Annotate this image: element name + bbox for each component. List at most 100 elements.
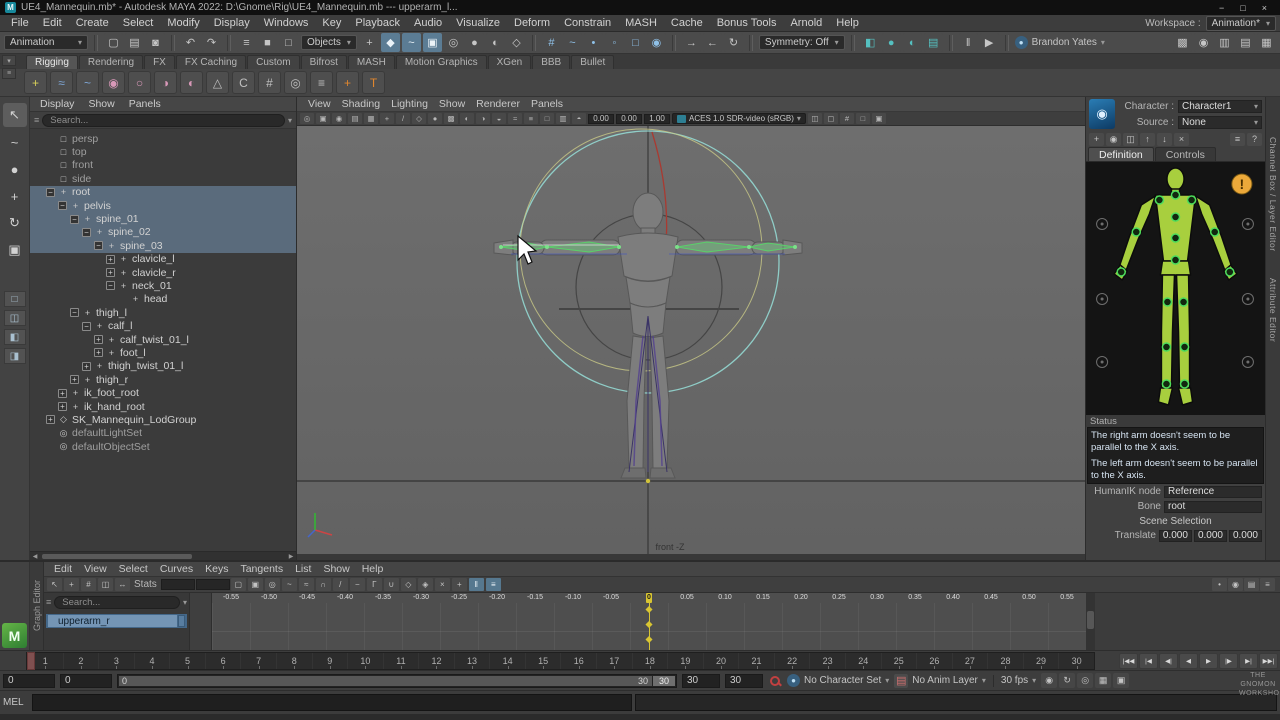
move-nearest-picked-key-icon[interactable]: ↖ xyxy=(47,578,62,591)
input-connections-icon[interactable]: → xyxy=(682,33,701,52)
translate-field[interactable]: 0.000 xyxy=(1194,530,1227,542)
expand-toggle[interactable]: + xyxy=(94,348,103,357)
character-definition-view[interactable]: ! xyxy=(1086,162,1265,415)
menu-item[interactable]: File xyxy=(4,16,36,30)
group-divider[interactable] xyxy=(227,35,231,51)
resolution-gate-icon[interactable]: ◫ xyxy=(808,113,822,124)
expand-toggle[interactable]: − xyxy=(82,228,91,237)
snap-to-projected-center-icon[interactable]: ◦ xyxy=(605,33,624,52)
break-tangents-icon[interactable]: × xyxy=(435,578,450,591)
panel-menu-item[interactable]: Show xyxy=(317,563,355,575)
select-by-hierarchy-icon[interactable]: ≡ xyxy=(237,33,256,52)
workspace-select[interactable]: Animation*▾ xyxy=(1206,16,1276,31)
ik-handle-tool-icon[interactable]: ≈ xyxy=(50,71,73,94)
humanik-toggle-icon[interactable]: ◉ xyxy=(1194,33,1213,52)
lattice-deform-keys-icon[interactable]: # xyxy=(81,578,96,591)
field-chart-icon[interactable]: # xyxy=(840,113,854,124)
shelf-tab[interactable]: Motion Graphics xyxy=(396,55,487,69)
center-current-time-icon[interactable]: ◎ xyxy=(265,578,280,591)
expand-toggle[interactable]: − xyxy=(46,188,55,197)
select-camera-icon[interactable]: ◎ xyxy=(300,113,314,124)
panel-menu-item[interactable]: Panels xyxy=(123,98,167,110)
viewport-numeric-field[interactable]: 0.00 xyxy=(616,114,642,124)
outliner-item[interactable]: − + spine_02 xyxy=(30,226,296,239)
bookmarks-icon[interactable]: ▤ xyxy=(348,113,362,124)
screen-space-ao-icon[interactable]: ◒ xyxy=(492,113,506,124)
outliner-item[interactable]: − + neck_01 xyxy=(30,279,296,292)
animation-end-field[interactable]: 30 xyxy=(725,674,763,688)
sidebar-tab[interactable]: Channel Box / Layer Editor xyxy=(1268,137,1278,252)
annotation-icon[interactable]: T xyxy=(362,71,385,94)
channel-row[interactable]: upperarm_r xyxy=(46,614,187,628)
panel-menu-item[interactable]: View xyxy=(78,563,113,575)
outliner-item[interactable]: − + root xyxy=(30,186,296,199)
swap-buffer-curve-icon[interactable]: ◈ xyxy=(418,578,433,591)
outliner-item[interactable]: + ◇ SK_Mannequin_LodGroup xyxy=(30,413,296,426)
new-scene-icon[interactable]: ▢ xyxy=(104,33,123,52)
safe-action-icon[interactable]: □ xyxy=(856,113,870,124)
selection-mask-select[interactable]: Objects▾ xyxy=(301,35,357,50)
channel-box-toggle-icon[interactable]: ▥ xyxy=(1215,33,1234,52)
grease-pencil-icon[interactable]: / xyxy=(396,113,410,124)
snap-to-curves-icon[interactable]: ~ xyxy=(563,33,582,52)
menu-item[interactable]: Playback xyxy=(348,16,407,30)
go-to-end-button[interactable]: ▶▶| xyxy=(1259,653,1278,669)
panel-menu-item[interactable]: Shading xyxy=(337,98,386,110)
group-divider[interactable] xyxy=(532,35,536,51)
ik-spline-handle-icon[interactable]: ~ xyxy=(76,71,99,94)
outliner-item[interactable]: + + clavicle_l xyxy=(30,253,296,266)
current-time-indicator[interactable] xyxy=(27,652,35,670)
expand-toggle[interactable]: − xyxy=(58,201,67,210)
expand-toggle[interactable]: + xyxy=(106,255,115,264)
animation-start-field[interactable]: 0 xyxy=(3,674,55,688)
outliner-item[interactable]: − + spine_01 xyxy=(30,212,296,225)
expand-toggle[interactable]: + xyxy=(106,268,115,277)
insert-keys-icon[interactable]: + xyxy=(64,578,79,591)
shadows-icon[interactable]: ◑ xyxy=(476,113,490,124)
expand-toggle[interactable]: + xyxy=(70,375,79,384)
panel-menu-item[interactable]: Select xyxy=(113,563,154,575)
outliner-item[interactable]: + + calf_twist_01_l xyxy=(30,333,296,346)
menu-item[interactable]: Cache xyxy=(664,16,710,30)
group-divider[interactable] xyxy=(749,35,753,51)
menu-item[interactable]: Create xyxy=(69,16,116,30)
panel-menu-item[interactable]: Keys xyxy=(199,563,234,575)
play-forwards-button[interactable]: ▶ xyxy=(1199,653,1218,669)
shelf-tab[interactable]: MASH xyxy=(348,55,395,69)
render-current-frame-icon[interactable]: ● xyxy=(882,33,901,52)
add-character-icon[interactable]: + xyxy=(1089,133,1104,146)
linear-tangent-icon[interactable]: / xyxy=(333,578,348,591)
mirror-skin-weights-icon[interactable]: ◐ xyxy=(180,71,203,94)
go-to-start-button[interactable]: |◀◀ xyxy=(1119,653,1138,669)
expand-toggle[interactable]: + xyxy=(82,362,91,371)
sidebar-tab[interactable]: Attribute Editor xyxy=(1268,278,1278,342)
playback-end-field[interactable]: 30 xyxy=(682,674,720,688)
outliner-item[interactable]: + + thigh_r xyxy=(30,373,296,386)
character-panel-tab[interactable]: Controls xyxy=(1155,147,1216,161)
playback-start-field[interactable]: 0 xyxy=(60,674,112,688)
buffer-curve-snapshot-icon[interactable]: ◇ xyxy=(401,578,416,591)
snap-to-view-planes-icon[interactable]: □ xyxy=(626,33,645,52)
panel-menu-item[interactable]: Help xyxy=(356,563,390,575)
cluster-icon[interactable]: C xyxy=(232,71,255,94)
group-divider[interactable] xyxy=(672,35,676,51)
range-slider[interactable]: 0 30 30 xyxy=(117,674,677,688)
outliner-item[interactable]: − + calf_l xyxy=(30,319,296,332)
auto-keyframe-icon[interactable] xyxy=(768,674,782,688)
blend-shape-icon[interactable]: △ xyxy=(206,71,229,94)
expand-toggle[interactable]: − xyxy=(70,308,79,317)
outliner-item[interactable]: − + thigh_l xyxy=(30,306,296,319)
snap-to-grids-icon[interactable]: # xyxy=(542,33,561,52)
smooth-shade-icon[interactable]: ● xyxy=(428,113,442,124)
panel-menu-item[interactable]: Panels xyxy=(526,98,568,110)
scroll-right-icon[interactable]: ▶ xyxy=(286,553,296,560)
layout-graph-persp-icon[interactable]: ◨ xyxy=(4,348,26,364)
minimize-button[interactable]: − xyxy=(1219,3,1224,13)
select-joints-icon[interactable]: ◆ xyxy=(381,33,400,52)
scrollbar-thumb[interactable] xyxy=(42,554,192,559)
2d-pan-zoom-icon[interactable]: + xyxy=(380,113,394,124)
output-connections-icon[interactable]: ← xyxy=(703,33,722,52)
field-value[interactable]: root xyxy=(1164,501,1262,513)
outliner-item[interactable]: □ top xyxy=(30,145,296,158)
filter-icon[interactable]: ≡ xyxy=(34,115,39,125)
